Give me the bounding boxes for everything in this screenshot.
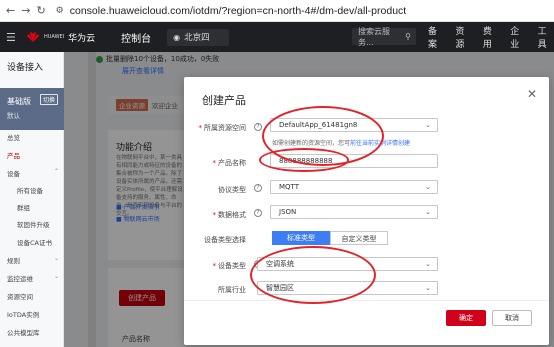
required-mark: * bbox=[212, 211, 217, 219]
chevron-up-icon: ⌃ bbox=[54, 168, 60, 175]
name-label: * 产品名称 bbox=[184, 158, 247, 168]
console-link[interactable]: 控制台 bbox=[121, 30, 151, 45]
product-name-input[interactable]: 888888888888 bbox=[270, 154, 438, 168]
sidebar-item-ota[interactable]: 软固件升级 bbox=[17, 219, 50, 229]
browser-url-bar: ← → ↻ ⚙ console.huaweicloud.com/iotdm/?r… bbox=[0, 0, 554, 22]
sidebar-item-overview[interactable]: 总览 bbox=[7, 132, 20, 142]
location-icon: ◉ bbox=[173, 32, 181, 42]
required-mark: * bbox=[212, 159, 217, 167]
sidebar-title: 设备接入 bbox=[7, 63, 44, 73]
region-selector[interactable]: ◉ 北京四 bbox=[167, 28, 230, 46]
industry-select[interactable]: 智慧园区 ⌄ bbox=[257, 281, 438, 295]
sidebar-item-product[interactable]: 产品 bbox=[7, 150, 20, 160]
reload-icon[interactable]: ↻ bbox=[36, 4, 45, 17]
protocol-select[interactable]: MQTT ⌄ bbox=[270, 180, 438, 194]
standard-type-option[interactable]: 标准类型 bbox=[272, 231, 330, 245]
menu-billing[interactable]: 费用 bbox=[483, 24, 499, 50]
huawei-logo[interactable]: HUAWEI 华为云 bbox=[26, 31, 95, 44]
sidebar-item-monitoring[interactable]: 监控运维 bbox=[7, 273, 33, 283]
product-name-value: 888888888888 bbox=[279, 157, 333, 165]
back-icon[interactable]: ← bbox=[6, 4, 15, 17]
help-icon[interactable]: ? bbox=[254, 123, 262, 131]
space-label: * 所属资源空间 bbox=[184, 123, 247, 133]
data-format-select[interactable]: JSON ⌄ bbox=[270, 205, 438, 219]
sidebar-item-rules[interactable]: 规则 bbox=[7, 255, 20, 265]
protocol-label-text: 协议类型 bbox=[218, 186, 246, 194]
menu-icon[interactable]: ☰ bbox=[6, 31, 18, 44]
device-type-label-text: 设备类型 bbox=[218, 262, 246, 270]
help-icon[interactable]: ? bbox=[254, 209, 262, 217]
chevron-down-icon: ⌄ bbox=[54, 273, 60, 280]
format-label-text: 数据格式 bbox=[218, 211, 246, 219]
resource-space-value: DefaultApp_61481gn8 bbox=[279, 121, 358, 129]
space-label-text: 所属资源空间 bbox=[204, 124, 246, 132]
site-info-icon[interactable]: ⚙ bbox=[56, 6, 64, 16]
type-select-label-text: 设备类型选择 bbox=[204, 236, 246, 244]
device-type-value: 空调系统 bbox=[266, 260, 294, 268]
search-box[interactable]: 搜索云服务... ⚲ bbox=[352, 26, 416, 47]
sidebar: 设备接入 基础版 切换 默认 总览 产品 设备 ⌃ 所有设备 群组 软固件升级 … bbox=[0, 52, 64, 347]
region-label: 北京四 bbox=[184, 33, 210, 43]
dialog-footer-divider bbox=[184, 300, 549, 301]
required-mark: * bbox=[212, 262, 217, 270]
help-icon[interactable]: ? bbox=[254, 184, 262, 192]
menu-resources[interactable]: 资源 bbox=[455, 24, 471, 50]
search-placeholder: 搜索云服务... bbox=[358, 26, 390, 47]
dialog-title: 创建产品 bbox=[202, 94, 246, 107]
industry-label-text: 所属行业 bbox=[218, 286, 246, 294]
device-type-toggle: 标准类型 自定义类型 bbox=[272, 231, 388, 245]
chevron-down-icon: ⌄ bbox=[425, 284, 431, 292]
menu-enterprise[interactable]: 企业 bbox=[510, 24, 526, 50]
protocol-value: MQTT bbox=[279, 183, 299, 191]
resource-space-select[interactable]: DefaultApp_61481gn8 ⌄ bbox=[270, 118, 438, 132]
space-hint-text: 如需创建新的资源空间，您可前往当前实例详情创建 bbox=[272, 140, 411, 147]
required-mark: * bbox=[198, 124, 203, 132]
protocol-label: 协议类型 bbox=[184, 185, 246, 195]
space-hint: 如需创建新的资源空间，您可前往当前实例详情创建 bbox=[272, 138, 410, 147]
sidebar-item-ca-cert[interactable]: 设备CA证书 bbox=[17, 237, 52, 247]
sidebar-item-all-devices[interactable]: 所有设备 bbox=[17, 185, 43, 195]
sidebar-item-resource-space[interactable]: 资源空间 bbox=[7, 291, 33, 301]
edition-name: 基础版 bbox=[7, 97, 31, 106]
forward-icon[interactable]: → bbox=[21, 4, 30, 17]
brand-cloud-text: 华为云 bbox=[68, 33, 96, 44]
edition-card: 基础版 切换 默认 bbox=[0, 88, 64, 130]
sidebar-item-iotda-instance[interactable]: IoTDA实例 bbox=[7, 309, 39, 319]
sidebar-item-groups[interactable]: 群组 bbox=[17, 202, 30, 212]
device-type-select[interactable]: 空调系统 ⌄ bbox=[257, 257, 438, 271]
device-type-label: * 设备类型 bbox=[184, 261, 247, 271]
chevron-down-icon: ⌄ bbox=[425, 121, 431, 129]
industry-value: 智慧园区 bbox=[266, 284, 294, 292]
edition-switch-button[interactable]: 切换 bbox=[40, 94, 59, 105]
close-icon[interactable]: ✕ bbox=[527, 87, 537, 101]
name-label-text: 产品名称 bbox=[218, 159, 246, 167]
chevron-down-icon: ⌄ bbox=[425, 183, 431, 191]
browser-nav: ← → ↻ bbox=[6, 4, 46, 17]
cancel-button[interactable]: 取消 bbox=[492, 310, 532, 326]
confirm-button[interactable]: 确定 bbox=[446, 310, 486, 326]
menu-beian[interactable]: 备案 bbox=[428, 24, 444, 50]
type-select-label: 设备类型选择 bbox=[184, 235, 246, 245]
brand-text: HUAWEI bbox=[44, 33, 65, 40]
menu-tools[interactable]: 工具 bbox=[538, 24, 554, 50]
address-bar[interactable]: console.huaweicloud.com/iotdm/?region=cn… bbox=[70, 5, 406, 17]
format-label: * 数据格式 bbox=[184, 210, 247, 220]
sidebar-item-device[interactable]: 设备 bbox=[7, 168, 20, 178]
console-top-bar: ☰ HUAWEI 华为云 控制台 ◉ 北京四 搜索云服务... ⚲ 备案 资源 … bbox=[0, 22, 554, 52]
search-icon: ⚲ bbox=[405, 32, 411, 41]
chevron-down-icon: ⌄ bbox=[54, 255, 60, 262]
huawei-flower-icon bbox=[27, 32, 39, 42]
sidebar-item-model-library[interactable]: 公共模型库 bbox=[7, 327, 40, 337]
industry-label: 所属行业 bbox=[184, 285, 246, 295]
create-space-link[interactable]: 前往当前实例详情创建 bbox=[350, 140, 410, 147]
custom-type-option[interactable]: 自定义类型 bbox=[330, 231, 388, 245]
chevron-down-icon: ⌄ bbox=[425, 208, 431, 216]
chevron-down-icon: ⌄ bbox=[425, 260, 431, 268]
data-format-value: JSON bbox=[279, 208, 297, 216]
top-menus: 备案 资源 费用 企业 工具 bbox=[428, 22, 554, 52]
edition-default: 默认 bbox=[7, 112, 20, 120]
